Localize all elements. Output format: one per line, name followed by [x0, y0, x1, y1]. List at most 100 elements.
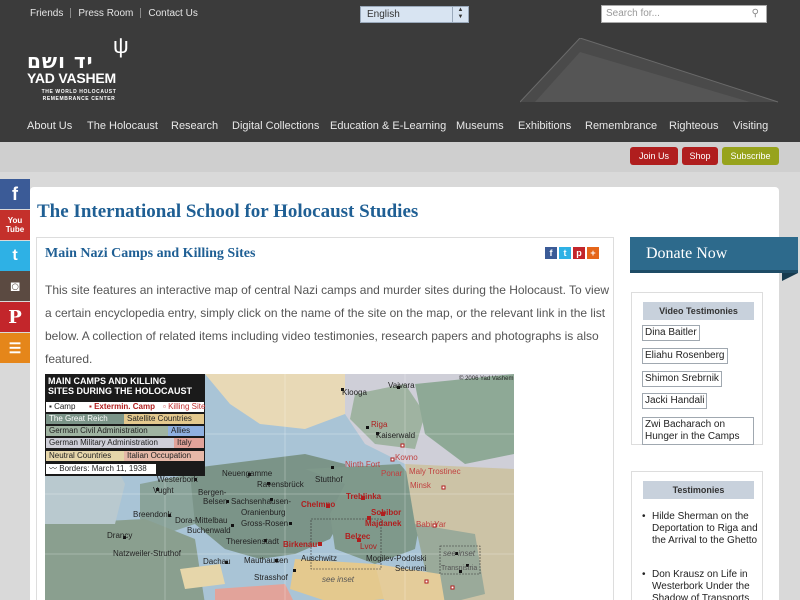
place-neuengamme[interactable]: Neuengamme: [222, 469, 272, 478]
nav-research[interactable]: Research: [171, 120, 218, 132]
place-breendonk[interactable]: Breendonk: [133, 510, 172, 519]
video-testimonies-heading: Video Testimonies: [643, 302, 754, 320]
place-treblinka[interactable]: Treblinka: [346, 492, 381, 501]
legend-borders: 〰 Borders: March 11, 1938: [46, 464, 156, 474]
donate-now-button[interactable]: Donate Now: [630, 237, 798, 273]
shop-button[interactable]: Shop: [682, 147, 718, 165]
instagram-icon[interactable]: ◙: [0, 271, 30, 301]
place-dachau[interactable]: Dachau: [203, 557, 231, 566]
language-select[interactable]: English ▲ ▼: [360, 6, 469, 23]
select-arrows-icon: ▲ ▼: [452, 7, 468, 22]
nav-visiting[interactable]: Visiting: [733, 120, 768, 132]
share-twitter-icon[interactable]: t: [559, 247, 571, 259]
nav-righteous[interactable]: Righteous: [669, 120, 719, 132]
video-testimony-link[interactable]: Jacki Handali: [642, 393, 708, 409]
place-gross-rosen[interactable]: Gross-Rosen: [241, 519, 288, 528]
main-nav: About Us The Holocaust Research Digital …: [0, 120, 800, 136]
nav-exhibitions[interactable]: Exhibitions: [518, 120, 571, 132]
yad-vashem-logo[interactable]: ψ יד ושם YAD VASHEM THE WORLD HOLOCAUST …: [27, 33, 137, 107]
share-pinterest-icon[interactable]: p: [573, 247, 585, 259]
place-belzec[interactable]: Belzec: [345, 532, 370, 541]
legend-reich: The Great Reich: [46, 414, 124, 424]
place-westerbork[interactable]: Westerbork: [157, 475, 198, 484]
place-see-inset-2[interactable]: see inset: [443, 549, 475, 558]
place-strasshof[interactable]: Strasshof: [254, 573, 288, 582]
contact-us-link[interactable]: Contact Us: [148, 8, 197, 19]
page-title: The International School for Holocaust S…: [37, 201, 419, 222]
place-see-inset-1[interactable]: see inset: [322, 575, 354, 584]
place-belsen[interactable]: Belsen: [203, 497, 227, 506]
place-mogilev[interactable]: Mogilev-Podolski: [366, 554, 426, 563]
place-riga[interactable]: Riga: [371, 420, 387, 429]
rss-icon[interactable]: ☰: [0, 333, 30, 363]
place-vught[interactable]: Vught: [153, 486, 174, 495]
place-birkenau[interactable]: Birkenau: [283, 540, 317, 549]
legend-killing-site: ▫ Killing Site: [160, 402, 205, 412]
place-theresienstadt[interactable]: Theresienstadt: [226, 537, 279, 546]
logo-english: YAD VASHEM: [27, 70, 117, 86]
place-secureni[interactable]: Secureni: [395, 564, 427, 573]
nav-digital-collections[interactable]: Digital Collections: [232, 120, 319, 132]
menorah-icon: ψ: [113, 33, 129, 58]
place-mauthausen[interactable]: Mauthausen: [244, 556, 288, 565]
place-klooga[interactable]: Klooga: [342, 388, 367, 397]
place-transnistria[interactable]: Transnistria: [441, 564, 477, 573]
video-testimony-link[interactable]: Zwi Bacharach on Hunger in the Camps: [642, 417, 754, 445]
divider: [140, 8, 142, 18]
place-kovno[interactable]: Kovno: [395, 453, 418, 462]
place-ravensbruck[interactable]: Ravensbrück: [257, 480, 304, 489]
nav-remembrance[interactable]: Remembrance: [585, 120, 657, 132]
place-sachsenhausen[interactable]: Sachsenhausen-: [231, 497, 291, 506]
friends-link[interactable]: Friends: [30, 8, 63, 19]
place-oranienburg[interactable]: Oranienburg: [241, 508, 285, 517]
youtube-icon[interactable]: You Tube: [0, 210, 30, 240]
press-room-link[interactable]: Press Room: [78, 8, 133, 19]
place-bergen[interactable]: Bergen-: [198, 488, 226, 497]
place-minsk[interactable]: Minsk: [410, 481, 431, 490]
subscribe-button[interactable]: Subscribe: [722, 147, 779, 165]
place-majdanek[interactable]: Majdanek: [365, 519, 401, 528]
nav-education[interactable]: Education & E-Learning: [330, 120, 446, 132]
place-ninth-fort[interactable]: Ninth Fort: [345, 460, 380, 469]
testimony-link[interactable]: Don Krausz on Life in Westerbork Under t…: [642, 569, 764, 600]
testimonies-heading: Testimonies: [643, 481, 754, 499]
nav-museums[interactable]: Museums: [456, 120, 504, 132]
search-icon[interactable]: ⚲: [752, 6, 759, 22]
search-input[interactable]: Search for... ⚲: [601, 5, 767, 23]
donate-fold: [782, 273, 798, 281]
pinterest-icon[interactable]: P: [0, 302, 30, 332]
testimony-link[interactable]: Hilde Sherman on the Deportation to Riga…: [642, 511, 764, 547]
legend-neutral: Neutral Countries: [46, 451, 124, 461]
place-maly-trostinec[interactable]: Maly Trostinec: [409, 467, 461, 476]
place-stutthof[interactable]: Stutthof: [315, 475, 343, 484]
legend-italy: Italy: [174, 438, 204, 448]
place-sobibor[interactable]: Sobibor: [371, 508, 401, 517]
legend-italian-occupation: Italian Occupation: [124, 451, 204, 461]
place-chelmno[interactable]: Chelmno: [301, 500, 335, 509]
place-lvov[interactable]: Lvov: [360, 542, 377, 551]
legend-civil: German Civil Administration: [46, 426, 168, 436]
twitter-icon[interactable]: t: [0, 241, 30, 271]
join-us-button[interactable]: Join Us: [630, 147, 678, 165]
place-buchenwald[interactable]: Buchenwald: [187, 526, 231, 535]
action-strip: Join Us Shop Subscribe: [0, 142, 800, 172]
share-more-icon[interactable]: +: [587, 247, 599, 259]
place-drancy[interactable]: Drancy: [107, 531, 132, 540]
share-facebook-icon[interactable]: f: [545, 247, 557, 259]
nav-the-holocaust[interactable]: The Holocaust: [87, 120, 158, 132]
video-testimony-link[interactable]: Dina Baitler: [642, 325, 700, 341]
place-natzweiler[interactable]: Natzweiler-Struthof: [113, 549, 181, 558]
interactive-map[interactable]: MAIN CAMPS AND KILLING SITES DURING THE …: [45, 374, 514, 600]
facebook-icon[interactable]: f: [0, 179, 30, 209]
video-testimony-link[interactable]: Eliahu Rosenberg: [642, 348, 728, 364]
place-babi-yar[interactable]: Babi Yar: [416, 520, 446, 529]
place-dora[interactable]: Dora-Mittelbau: [175, 516, 227, 525]
language-value: English: [367, 9, 400, 20]
place-vaivara[interactable]: Vaivara: [388, 381, 415, 390]
legend-title-2: SITES DURING THE HOLOCAUST: [48, 386, 193, 396]
place-ponar[interactable]: Ponar: [381, 469, 402, 478]
video-testimony-link[interactable]: Shimon Srebrnik: [642, 371, 722, 387]
place-auschwitz[interactable]: Auschwitz: [301, 554, 337, 563]
place-kaiserwald[interactable]: Kaiserwald: [376, 431, 415, 440]
nav-about-us[interactable]: About Us: [27, 120, 72, 132]
